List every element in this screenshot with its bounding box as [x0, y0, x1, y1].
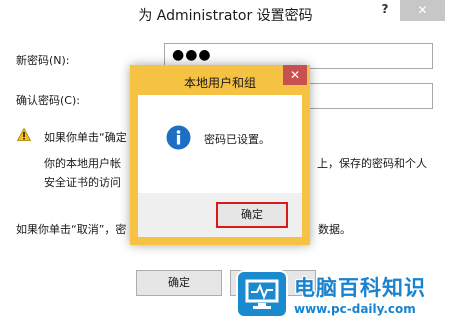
- confirm-password-label: 确认密码(C):: [16, 94, 80, 107]
- dialog-message: 密码已设置。: [204, 133, 270, 146]
- dialog-close-button[interactable]: ✕: [283, 65, 307, 85]
- password-dots: ●●●: [172, 47, 212, 63]
- warning-text-line2a: 你的本地用户帐: [44, 157, 121, 170]
- dialog-ok-button[interactable]: 确定: [216, 202, 288, 228]
- warning-icon: [17, 128, 31, 141]
- watermark: 电脑百科知识 www.pc-daily.com: [232, 268, 451, 323]
- info-icon: [166, 125, 191, 150]
- title-bar: 为 Administrator 设置密码 ? ✕: [0, 0, 451, 30]
- cancel-note-a: 如果你单击“取消”，密: [16, 223, 127, 236]
- warning-text-line3: 安全证书的访问: [44, 176, 121, 189]
- warning-text-line2b: 上，保存的密码和个人: [317, 157, 427, 170]
- new-password-label: 新密码(N):: [16, 54, 70, 67]
- monitor-icon: [245, 279, 279, 309]
- window-close-button[interactable]: ✕: [400, 0, 445, 21]
- watermark-url: www.pc-daily.com: [294, 302, 416, 316]
- cancel-note-b: 数据。: [318, 223, 351, 236]
- dialog-footer: 确定: [138, 193, 302, 237]
- warning-text-line1: 如果你单击“确定: [44, 131, 127, 144]
- ok-button[interactable]: 确定: [136, 270, 222, 296]
- dialog-body: 密码已设置。: [138, 95, 302, 193]
- help-button[interactable]: ?: [376, 2, 394, 20]
- watermark-title: 电脑百科知识: [294, 276, 426, 300]
- watermark-logo: [236, 270, 288, 318]
- local-users-dialog: 本地用户和组 ✕ 密码已设置。 确定: [130, 65, 310, 245]
